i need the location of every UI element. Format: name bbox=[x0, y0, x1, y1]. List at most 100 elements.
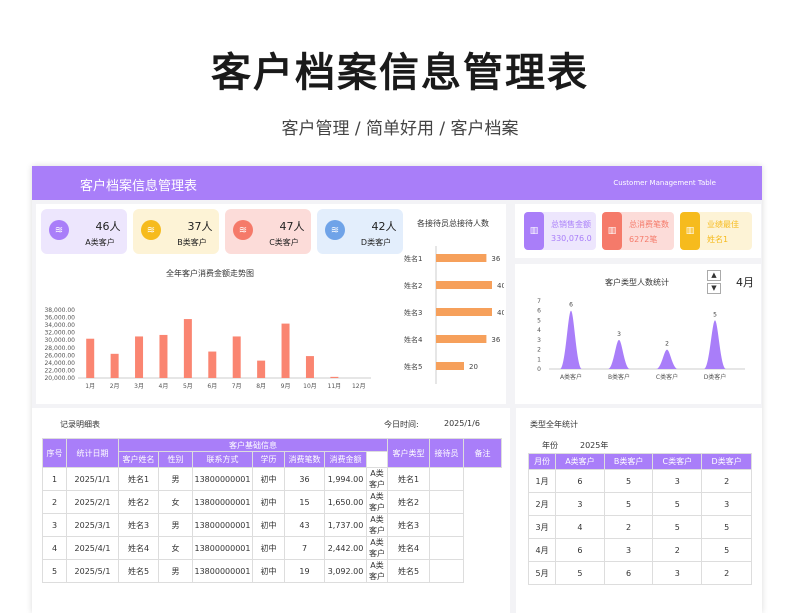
table-cell[interactable]: 3 bbox=[652, 561, 703, 585]
table-cell[interactable]: 3 bbox=[652, 469, 703, 493]
table-cell[interactable]: 姓名1 bbox=[387, 467, 430, 491]
table-cell[interactable]: 男 bbox=[158, 559, 193, 583]
table-cell[interactable]: 2025/4/1 bbox=[66, 536, 119, 560]
table-cell[interactable]: 5 bbox=[603, 492, 654, 516]
table-cell[interactable]: 2,442.00 bbox=[324, 536, 367, 560]
table-cell[interactable]: 43 bbox=[284, 513, 325, 537]
table-cell[interactable]: 2025/3/1 bbox=[66, 513, 119, 537]
table-cell[interactable]: 女 bbox=[158, 536, 193, 560]
database-icon: ≋ bbox=[325, 220, 345, 240]
col-gender: 性别 bbox=[158, 451, 193, 468]
table-cell[interactable]: 姓名3 bbox=[387, 513, 430, 537]
table-cell[interactable]: 1,650.00 bbox=[324, 490, 367, 514]
value-label: 2 bbox=[665, 341, 669, 348]
table-cell[interactable] bbox=[429, 559, 464, 583]
table-cell[interactable]: A类客户 bbox=[366, 467, 388, 491]
table-cell[interactable]: 4 bbox=[555, 515, 605, 539]
table-cell[interactable]: 36 bbox=[284, 467, 325, 491]
table-cell[interactable]: 13800000001 bbox=[192, 490, 253, 514]
table-cell[interactable]: 2 bbox=[652, 538, 703, 562]
table-cell[interactable]: 5 bbox=[652, 492, 703, 516]
table-cell[interactable]: 初中 bbox=[252, 559, 285, 583]
table-cell[interactable]: A类客户 bbox=[366, 536, 388, 560]
table-cell[interactable]: 姓名1 bbox=[118, 467, 159, 491]
y-tick-label: 20,000.00 bbox=[44, 375, 75, 382]
table-cell[interactable]: 姓名5 bbox=[118, 559, 159, 583]
table-cell[interactable] bbox=[429, 513, 464, 537]
table-cell[interactable]: 15 bbox=[284, 490, 325, 514]
month-up-button[interactable]: ▲ bbox=[707, 270, 721, 281]
table-cell[interactable]: 5 bbox=[555, 561, 605, 585]
table-cell[interactable]: 初中 bbox=[252, 467, 285, 491]
staff-chart-title: 各接待员总接待人数 bbox=[417, 219, 489, 228]
table-cell[interactable]: 3月 bbox=[527, 515, 557, 539]
table-cell[interactable]: 3,092.00 bbox=[324, 559, 367, 583]
month-value[interactable]: 4月 bbox=[736, 274, 754, 290]
kpi-count: 42人 bbox=[371, 220, 397, 233]
y-tick-label: 32,000.00 bbox=[44, 330, 75, 337]
table-cell[interactable]: 5月 bbox=[527, 561, 557, 585]
table-cell[interactable]: 姓名5 bbox=[387, 559, 430, 583]
table-cell[interactable]: 5 bbox=[701, 515, 752, 539]
kpi-card: ≋ 47人 C类客户 bbox=[225, 209, 311, 254]
table-cell[interactable]: 13800000001 bbox=[192, 536, 253, 560]
table-cell[interactable]: 2 bbox=[701, 469, 752, 493]
table-cell[interactable]: 4 bbox=[42, 536, 67, 560]
table-cell[interactable] bbox=[429, 490, 464, 514]
table-cell[interactable]: 1,994.00 bbox=[324, 467, 367, 491]
table-cell[interactable]: 姓名2 bbox=[387, 490, 430, 514]
table-row: 4月 6 3 2 5 bbox=[527, 538, 752, 562]
table-cell[interactable]: 13800000001 bbox=[192, 513, 253, 537]
table-cell[interactable] bbox=[429, 467, 464, 491]
table-cell[interactable]: 男 bbox=[158, 513, 193, 537]
bar bbox=[436, 254, 487, 262]
table-cell[interactable]: 6 bbox=[555, 469, 605, 493]
table-cell[interactable]: 13800000001 bbox=[192, 559, 253, 583]
table-cell[interactable]: 2月 bbox=[527, 492, 557, 516]
table-cell[interactable]: 5 bbox=[42, 559, 67, 583]
table-cell[interactable]: 2025/5/1 bbox=[66, 559, 119, 583]
records-title: 记录明细表 bbox=[60, 420, 100, 429]
table-cell[interactable]: 初中 bbox=[252, 513, 285, 537]
x-tick-label: A类客户 bbox=[560, 373, 582, 381]
table-cell[interactable]: 5 bbox=[603, 469, 654, 493]
bar bbox=[183, 319, 192, 378]
table-cell[interactable]: 3 bbox=[603, 538, 654, 562]
table-cell[interactable]: 5 bbox=[652, 515, 703, 539]
table-cell[interactable]: 13800000001 bbox=[192, 467, 253, 491]
table-cell[interactable]: 3 bbox=[701, 492, 752, 516]
table-cell[interactable]: 姓名4 bbox=[118, 536, 159, 560]
table-cell[interactable]: 2 bbox=[603, 515, 654, 539]
table-cell[interactable]: 姓名3 bbox=[118, 513, 159, 537]
table-cell[interactable]: 5 bbox=[701, 538, 752, 562]
table-cell[interactable]: 7 bbox=[284, 536, 325, 560]
table-cell[interactable]: 4月 bbox=[527, 538, 557, 562]
table-cell[interactable] bbox=[429, 536, 464, 560]
table-cell[interactable]: 6 bbox=[555, 538, 605, 562]
records-table: 序号 统计日期 客户基础信息 客户类型 接待员 备注 客户姓名 性别 联系方式 … bbox=[42, 438, 502, 583]
table-cell[interactable]: 2 bbox=[701, 561, 752, 585]
table-cell[interactable]: A类客户 bbox=[366, 490, 388, 514]
table-cell[interactable]: 1月 bbox=[527, 469, 557, 493]
table-cell[interactable]: 2025/1/1 bbox=[66, 467, 119, 491]
table-cell[interactable]: 姓名2 bbox=[118, 490, 159, 514]
table-cell[interactable]: 2025/2/1 bbox=[66, 490, 119, 514]
x-tick-label: 6月 bbox=[207, 383, 217, 390]
table-cell[interactable]: 3 bbox=[555, 492, 605, 516]
table-cell[interactable]: 男 bbox=[158, 467, 193, 491]
table-cell[interactable]: 姓名4 bbox=[387, 536, 430, 560]
table-cell[interactable]: 2 bbox=[42, 490, 67, 514]
table-cell[interactable]: 3 bbox=[42, 513, 67, 537]
table-cell[interactable]: 1,737.00 bbox=[324, 513, 367, 537]
table-cell[interactable]: 6 bbox=[603, 561, 654, 585]
table-cell[interactable]: 1 bbox=[42, 467, 67, 491]
table-cell[interactable]: A类客户 bbox=[366, 513, 388, 537]
table-cell[interactable]: 初中 bbox=[252, 490, 285, 514]
table-cell[interactable]: A类客户 bbox=[366, 559, 388, 583]
table-cell[interactable]: 19 bbox=[284, 559, 325, 583]
category-label: 姓名2 bbox=[404, 281, 422, 290]
table-cell[interactable]: 初中 bbox=[252, 536, 285, 560]
y-tick-label: 5 bbox=[537, 317, 541, 324]
table-cell[interactable]: 女 bbox=[158, 490, 193, 514]
staff-chart: 姓名1 36 姓名2 40 姓名3 40 姓名4 36 姓名5 20 bbox=[404, 246, 504, 384]
